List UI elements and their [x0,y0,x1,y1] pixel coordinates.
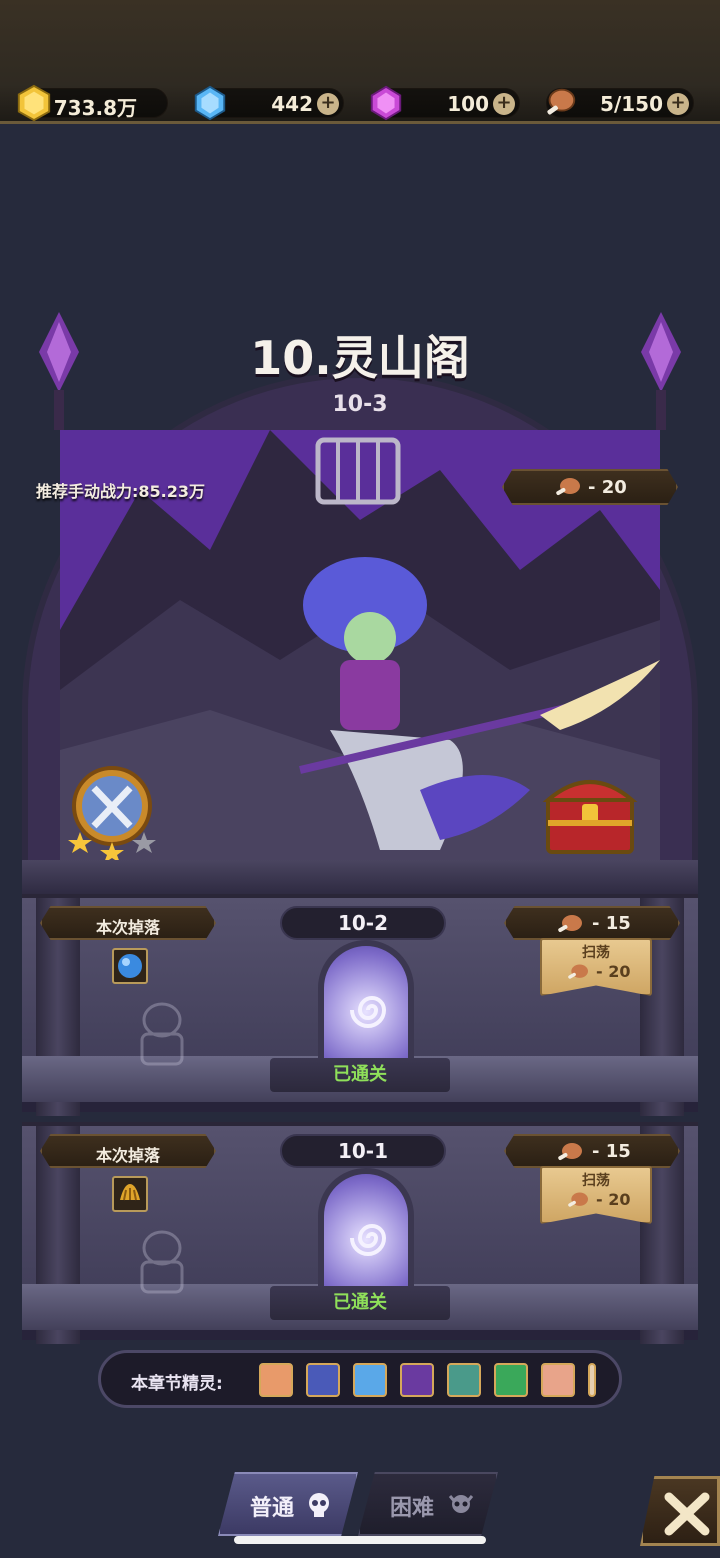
horned-skull-icon [448,1495,474,1513]
spirit-avatar[interactable] [541,1363,575,1397]
spirit-avatar[interactable] [494,1363,528,1397]
meat-icon [558,1143,582,1160]
stage-cost-tag: - 15 [504,906,680,940]
stage-portal-door[interactable] [318,940,414,1072]
sweep-button[interactable]: 扫荡 - 20 [540,1166,652,1224]
stage-id-label: 10-2 [280,906,446,940]
spirit-avatar[interactable] [306,1363,340,1397]
tab-normal[interactable]: 普通 [218,1472,358,1536]
drop-item-slot[interactable] [112,948,148,984]
ghost-statue-icon [140,1002,184,1066]
add-stamina-button[interactable]: + [667,93,689,115]
close-button[interactable] [640,1476,720,1546]
diamond-icon [194,85,226,121]
drop-label-tag: 本次掉落 [40,906,216,940]
difficulty-tabs: 普通 困难 [218,1472,498,1536]
close-icon [664,1492,710,1536]
add-diamond-button[interactable]: + [317,93,339,115]
meat-icon [547,88,576,115]
stage-cost-tag: - 20 [502,469,678,505]
portal-swirl-icon [350,996,387,1028]
ghost-statue-icon [140,1230,184,1294]
battle-button[interactable] [66,760,158,864]
stage-cleared-status: 已通关 [270,1286,450,1320]
stage-row-10-1[interactable]: 本次掉落 10-1 已通关 - 15 扫荡 - 20 [22,1122,698,1344]
spirit-avatar[interactable] [353,1363,387,1397]
portal-swirl-icon [350,1224,387,1256]
purple-gem-counter: 100 + [370,85,520,121]
stamina-counter: 5/150 + [546,88,694,118]
spirit-avatar[interactable] [588,1363,596,1397]
chapter-title: 10.灵山阁 [250,331,470,385]
claw-icon [120,1184,140,1201]
tab-hard[interactable]: 困难 [358,1472,498,1536]
skull-icon [309,1493,329,1517]
current-stage-label: 10-3 [332,392,388,417]
meat-icon [568,964,588,979]
purple-gem-icon [370,85,402,121]
stage-portal-door[interactable] [318,1168,414,1300]
home-indicator[interactable] [234,1536,486,1544]
stage-cost-tag: - 15 [504,1134,680,1168]
meat-icon [558,915,582,932]
meat-icon [568,1192,588,1207]
meat-icon [556,478,580,495]
spirit-avatar[interactable] [447,1363,481,1397]
chapter-spirits-bar: 本章节精灵: [98,1350,622,1408]
add-purple-gem-button[interactable]: + [493,93,515,115]
stage-cleared-status: 已通关 [270,1058,450,1092]
resource-bar: 733.8万 442 + 100 + 5/150 + [0,0,720,124]
spirit-avatar[interactable] [400,1363,434,1397]
gold-counter: 733.8万 [17,84,168,122]
gold-icon [17,84,51,122]
spirit-avatar[interactable] [259,1363,293,1397]
diamond-counter: 442 + [194,85,344,121]
drop-label-tag: 本次掉落 [40,1134,216,1168]
sweep-button[interactable]: 扫荡 - 20 [540,938,652,996]
treasure-chest-icon[interactable] [540,768,640,858]
arch-ledge [22,860,698,896]
stage-id-label: 10-1 [280,1134,446,1168]
drop-item-slot[interactable] [112,1176,148,1212]
blue-orb-icon [118,954,142,978]
recommended-power: 推荐手动战力:85.23万 [36,482,206,501]
stage-row-10-2[interactable]: 本次掉落 10-2 已通关 - 15 扫荡 - 20 [22,894,698,1116]
